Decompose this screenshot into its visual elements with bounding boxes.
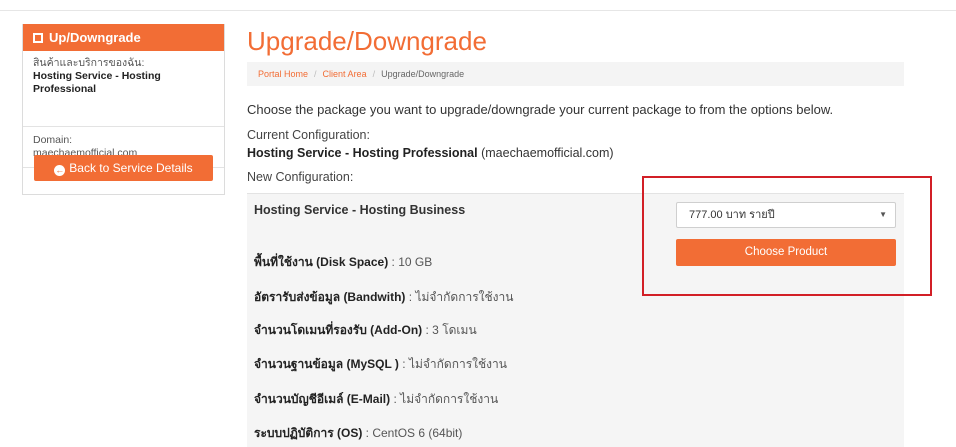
feature-addon-domains: จำนวนโดเมนที่รองรับ (Add-On) : 3 โดเมน <box>254 323 477 337</box>
breadcrumb-current: Upgrade/Downgrade <box>381 69 465 79</box>
breadcrumb-client-area[interactable]: Client Area <box>323 69 367 79</box>
current-package: Hosting Service - Hosting Professional <box>247 146 478 160</box>
domain-label: Domain: <box>33 134 73 146</box>
breadcrumb-separator: / <box>372 69 376 79</box>
current-config-value: Hosting Service - Hosting Professional (… <box>247 146 614 160</box>
feature-mysql: จำนวนฐานข้อมูล (MySQL ) : ไม่จำกัดการใช้… <box>254 357 507 371</box>
page-description: Choose the package you want to upgrade/d… <box>247 102 834 117</box>
expand-icon <box>33 33 43 43</box>
feature-disk-space: พื้นที่ใช้งาน (Disk Space) : 10 GB <box>254 255 433 269</box>
product-value: Hosting Service - Hosting Professional <box>33 70 161 95</box>
back-button-label: Back to Service Details <box>69 161 193 175</box>
feature-os: ระบบปฏิบัติการ (OS) : CentOS 6 (64bit) <box>254 426 463 440</box>
breadcrumb-portal-home[interactable]: Portal Home <box>258 69 308 79</box>
current-domain: (maechaemofficial.com) <box>481 146 614 160</box>
feature-email: จำนวนบัญชีอีเมล์ (E-Mail) : ไม่จำกัดการใ… <box>254 392 499 406</box>
arrow-left-circle-icon: ← <box>54 165 66 176</box>
highlight-annotation-box <box>642 176 932 296</box>
sidebar-title: Up/Downgrade <box>49 30 141 45</box>
top-divider <box>0 10 956 11</box>
page-title: Upgrade/Downgrade <box>247 26 487 56</box>
new-config-label: New Configuration: <box>247 170 354 184</box>
back-to-service-button[interactable]: ← Back to Service Details <box>34 155 213 181</box>
sidebar-panel: Up/Downgrade สินค้าและบริการของฉัน: Host… <box>22 24 225 195</box>
package-name: Hosting Service - Hosting Business <box>254 203 466 217</box>
sidebar-header: Up/Downgrade <box>23 24 224 51</box>
product-label: สินค้าและบริการของฉัน: <box>33 57 145 69</box>
feature-bandwidth: อัตรารับส่งข้อมูล (Bandwith) : ไม่จำกัดก… <box>254 290 514 304</box>
current-config-label: Current Configuration: <box>247 128 370 142</box>
product-section: สินค้าและบริการของฉัน: Hosting Service -… <box>23 51 224 127</box>
breadcrumb-separator: / <box>314 69 317 79</box>
breadcrumb: Portal Home / Client Area / Upgrade/Downgrad… <box>247 62 904 86</box>
